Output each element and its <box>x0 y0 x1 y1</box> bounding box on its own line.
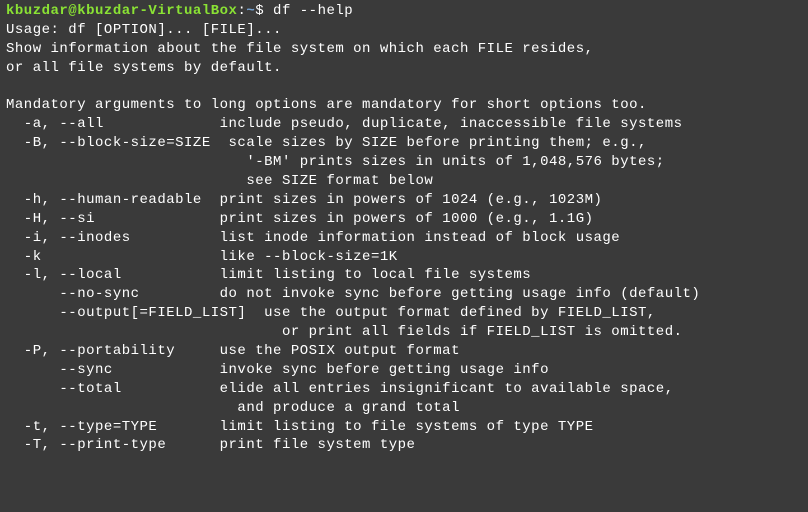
terminal-output[interactable]: kbuzdar@kbuzdar-VirtualBox:~$ df --help … <box>6 2 802 455</box>
output-line: -k like --block-size=1K <box>6 249 398 265</box>
output-line: --output[=FIELD_LIST] use the output for… <box>6 305 656 321</box>
output-line: -h, --human-readable print sizes in powe… <box>6 192 602 208</box>
output-line: -T, --print-type print file system type <box>6 437 415 453</box>
output-line: or print all fields if FIELD_LIST is omi… <box>6 324 683 340</box>
output-line: Usage: df [OPTION]... [FILE]... <box>6 22 282 38</box>
prompt-path: ~ <box>246 3 255 19</box>
output-line: see SIZE format below <box>6 173 433 189</box>
output-line: Show information about the file system o… <box>6 41 594 57</box>
output-line: -i, --inodes list inode information inst… <box>6 230 620 246</box>
prompt-colon: : <box>237 3 246 19</box>
prompt-user-host: kbuzdar@kbuzdar-VirtualBox <box>6 3 237 19</box>
output-line: --sync invoke sync before getting usage … <box>6 362 549 378</box>
output-line: --no-sync do not invoke sync before gett… <box>6 286 700 302</box>
output-line: -a, --all include pseudo, duplicate, ina… <box>6 116 683 132</box>
output-line: or all file systems by default. <box>6 60 282 76</box>
output-line: -t, --type=TYPE limit listing to file sy… <box>6 419 594 435</box>
output-line: --total elide all entries insignificant … <box>6 381 674 397</box>
output-line: -P, --portability use the POSIX output f… <box>6 343 460 359</box>
output-line: -H, --si print sizes in powers of 1000 (… <box>6 211 594 227</box>
command-text: df --help <box>264 3 353 19</box>
output-line: and produce a grand total <box>6 400 460 416</box>
output-line: -B, --block-size=SIZE scale sizes by SIZ… <box>6 135 647 151</box>
output-line: -l, --local limit listing to local file … <box>6 267 531 283</box>
output-line: '-BM' prints sizes in units of 1,048,576… <box>6 154 665 170</box>
prompt-dollar: $ <box>255 3 264 19</box>
output-line: Mandatory arguments to long options are … <box>6 97 647 113</box>
